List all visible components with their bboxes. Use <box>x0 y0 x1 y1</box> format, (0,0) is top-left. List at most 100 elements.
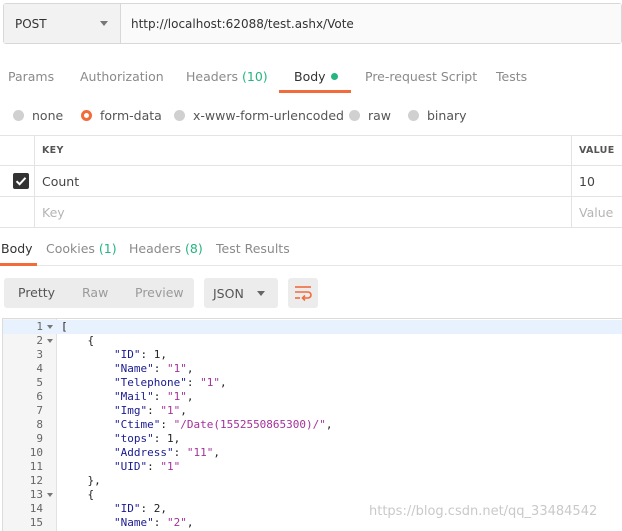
table-header-row: KEY VALUE <box>0 135 622 166</box>
code-line: 6 "Mail": "1", <box>3 390 622 404</box>
tab-headers[interactable]: Headers (10) <box>186 62 268 94</box>
tab-cookies[interactable]: Cookies (1) <box>46 234 117 266</box>
tab-response-body[interactable]: Body <box>1 234 33 266</box>
tab-params[interactable]: Params <box>8 62 54 94</box>
method-select[interactable]: POST <box>4 4 121 43</box>
tab-pre-request-script[interactable]: Pre-request Script <box>365 62 477 94</box>
radio-x-www-form-urlencoded[interactable]: x-www-form-urlencoded <box>174 103 344 127</box>
row-checkbox[interactable] <box>13 173 29 189</box>
code-text: "ID": 2, <box>113 502 167 515</box>
body-type-radios: none form-data x-www-form-urlencoded raw… <box>0 103 622 127</box>
code-line: 9 "tops": 1, <box>3 432 622 446</box>
preview-button[interactable]: Preview <box>135 278 184 308</box>
code-text: }, <box>61 474 101 487</box>
code-text: "Name": "1", <box>113 362 194 375</box>
tab-authorization[interactable]: Authorization <box>80 62 164 94</box>
new-value-input[interactable]: Value <box>572 197 622 227</box>
radio-label: raw <box>368 107 392 123</box>
code-line: 7 "Img": "1", <box>3 404 622 418</box>
key-placeholder: Key <box>42 204 65 220</box>
tab-count: (8) <box>185 241 203 256</box>
tab-label: Authorization <box>80 69 164 84</box>
modified-dot-icon <box>330 73 338 80</box>
line-number: 10 <box>29 446 43 459</box>
tab-count: (1) <box>98 241 117 256</box>
line-number: 12 <box>29 474 43 487</box>
watermark: https://blog.csdn.net/qq_33484542 <box>369 504 598 519</box>
key-cell[interactable]: Count <box>35 166 572 196</box>
raw-button[interactable]: Raw <box>82 278 108 308</box>
new-key-input[interactable]: Key <box>35 197 572 227</box>
tab-response-headers[interactable]: Headers (8) <box>129 234 203 266</box>
code-text: "Mail": "1", <box>113 390 194 403</box>
code-text: [ <box>61 320 68 333</box>
value-placeholder: Value <box>579 204 614 220</box>
radio-circle-icon <box>174 109 185 121</box>
radio-label: form-data <box>100 107 162 123</box>
radio-circle-icon <box>349 109 360 121</box>
request-bar: POST http://localhost:62088/test.ashx/Vo… <box>3 3 622 44</box>
line-number: 6 <box>36 390 43 403</box>
checkbox-column-header <box>0 136 35 165</box>
format-select[interactable]: JSON <box>204 278 278 308</box>
line-number: 2 <box>36 334 43 347</box>
code-line: 1[ <box>3 320 622 334</box>
code-line: 8 "Ctime": "/Date(1552550865300)/", <box>3 418 622 432</box>
fold-toggle-icon[interactable] <box>47 493 53 497</box>
radio-raw[interactable]: raw <box>349 103 391 127</box>
radio-binary[interactable]: binary <box>408 103 467 127</box>
radio-circle-icon <box>408 109 419 121</box>
fold-toggle-icon[interactable] <box>47 325 53 329</box>
code-text: "Address": "11", <box>113 446 220 459</box>
wrap-lines-button[interactable] <box>288 278 318 308</box>
fold-toggle-icon[interactable] <box>47 339 53 343</box>
code-line: 10 "Address": "11", <box>3 446 622 460</box>
code-line: 3 "ID": 1, <box>3 348 622 362</box>
code-text: "ID": 1, <box>113 348 167 361</box>
code-line: 5 "Telephone": "1", <box>3 376 622 390</box>
value-column-header: VALUE <box>579 145 615 156</box>
response-body-editor[interactable]: 1[2 {3 "ID": 1, 4 "Name": "1", 5 "Telephon… <box>2 318 622 531</box>
radio-form-data[interactable]: form-data <box>81 103 162 127</box>
tab-label: Test Results <box>216 241 290 256</box>
chevron-down-icon <box>257 291 265 296</box>
tab-test-results[interactable]: Test Results <box>216 234 290 266</box>
tab-label: Tests <box>496 69 528 84</box>
tab-tests[interactable]: Tests <box>496 62 527 94</box>
code-text: "Telephone": "1", <box>113 376 227 389</box>
format-label: JSON <box>213 285 244 301</box>
table-row-new: Key Value <box>0 197 622 228</box>
table-row: Count 10 <box>0 166 622 197</box>
code-line: 4 "Name": "1", <box>3 362 622 376</box>
tab-count: (10) <box>242 69 268 84</box>
url-input[interactable]: http://localhost:62088/test.ashx/Vote <box>121 4 621 43</box>
value-cell[interactable]: 10 <box>572 166 622 196</box>
code-line: 13 { <box>3 488 622 502</box>
line-number: 11 <box>29 460 43 473</box>
active-response-tab-indicator <box>0 263 37 266</box>
radio-none[interactable]: none <box>13 103 63 127</box>
pretty-button[interactable]: Pretty <box>18 278 55 308</box>
key-column-header: KEY <box>35 136 572 165</box>
radio-label: binary <box>427 107 467 123</box>
code-text: "Ctime": "/Date(1552550865300)/", <box>113 418 333 431</box>
chevron-down-icon <box>100 21 108 26</box>
tab-label: Params <box>8 69 55 84</box>
code-line: 11 "UID": "1" <box>3 460 622 474</box>
tab-label: Headers <box>186 69 242 84</box>
line-number: 4 <box>36 362 43 375</box>
tab-label: Pre-request Script <box>365 69 478 84</box>
radio-selected-icon <box>81 109 92 121</box>
radio-label: x-www-form-urlencoded <box>193 107 344 123</box>
line-number: 15 <box>29 516 43 529</box>
code-text: "tops": 1, <box>113 432 181 445</box>
line-number: 3 <box>36 348 43 361</box>
tab-label: Headers <box>129 241 185 256</box>
request-tabs: Params Authorization Headers (10) Body P… <box>0 62 622 94</box>
tab-label: Body <box>1 241 33 256</box>
code-line: 12 }, <box>3 474 622 488</box>
active-tab-indicator <box>279 90 351 93</box>
line-number: 9 <box>36 432 43 445</box>
radio-circle-icon <box>13 109 24 121</box>
code-text: "Name": "2", <box>113 516 194 529</box>
